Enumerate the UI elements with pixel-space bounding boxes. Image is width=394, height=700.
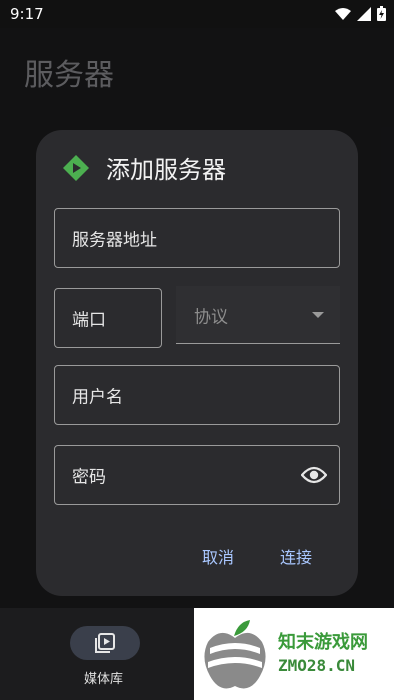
status-time: 9:17 [10,5,44,23]
server-address-label: 服务器地址 [72,230,157,251]
port-label: 端口 [72,310,106,331]
cancel-button[interactable]: 取消 [202,544,234,568]
chevron-down-icon [312,312,324,318]
add-server-dialog: 添加服务器 服务器地址 端口 协议 用户名 密码 取消 连接 [36,130,358,596]
watermark-url: ZMO28.CN [278,656,356,675]
signal-icon [357,6,371,21]
password-label: 密码 [72,467,106,488]
dialog-header: 添加服务器 [62,150,226,185]
media-library-icon [95,633,115,653]
app-logo-icon [63,154,89,181]
status-bar: 9:17 [0,0,394,28]
apple-logo-icon [204,620,266,689]
username-label: 用户名 [72,387,123,408]
connect-button[interactable]: 连接 [280,544,312,568]
dialog-title: 添加服务器 [106,156,226,184]
watermark: 知末游戏网 ZMO28.CN [194,608,394,700]
port-field[interactable]: 端口 [54,288,162,348]
password-field[interactable]: 密码 [54,445,340,505]
status-icons [335,6,386,21]
nav-item-media-library[interactable] [70,626,140,660]
username-field[interactable]: 用户名 [54,365,340,425]
battery-icon [377,6,386,21]
protocol-dropdown[interactable]: 协议 [176,286,340,344]
nav-label-media-library: 媒体库 [84,672,124,687]
wifi-icon [335,7,351,20]
protocol-label: 协议 [194,307,228,327]
server-address-field[interactable]: 服务器地址 [54,208,340,268]
eye-icon[interactable] [301,466,327,484]
watermark-text: 知末游戏网 [278,632,368,653]
